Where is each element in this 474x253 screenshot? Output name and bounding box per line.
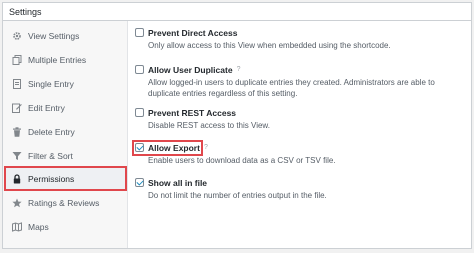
edit-icon [12,103,22,113]
sidebar-item-label: Delete Entry [28,127,75,137]
setting-description: Only allow access to this View when embe… [148,41,391,50]
sidebar-item-view-settings[interactable]: View Settings [3,24,127,48]
sidebar-item-filter-sort[interactable]: Filter & Sort [3,144,127,168]
setting-label: Allow User Duplicate [148,64,233,75]
allow-export-highlight: Allow Export [132,139,203,156]
multiple-entries-icon [12,55,22,65]
setting-prevent-rest-access: Prevent REST Access Disable REST access … [135,107,465,131]
panel-title: Settings [3,3,471,21]
sidebar-item-label: Maps [28,222,49,232]
setting-allow-user-duplicate: Allow User Duplicate ? Allow logged-in u… [135,64,465,99]
setting-label: Prevent REST Access [148,107,237,118]
prevent-direct-access-checkbox[interactable] [135,28,144,37]
prevent-rest-access-checkbox[interactable] [135,108,144,117]
star-icon [12,198,22,208]
setting-allow-export: Allow Export ? Enable users to download … [132,139,465,166]
setting-description: Enable users to download data as a CSV o… [148,156,336,165]
gear-icon [12,31,22,41]
help-icon[interactable]: ? [237,66,241,73]
settings-sidebar: View Settings Multiple Entries Single En… [3,21,128,248]
sidebar-item-delete-entry[interactable]: Delete Entry [3,120,127,144]
settings-panel: Settings View Settings Multiple Entries … [2,2,472,249]
setting-label: Prevent Direct Access [148,27,238,38]
sidebar-item-permissions[interactable]: Permissions [4,166,127,191]
allow-user-duplicate-checkbox[interactable] [135,65,144,74]
setting-label: Allow Export [148,142,200,153]
setting-show-all-in-file: Show all in file Do not limit the number… [135,177,465,201]
show-all-in-file-checkbox[interactable] [135,178,144,187]
filter-icon [12,151,22,161]
sidebar-item-label: Multiple Entries [28,55,87,65]
sidebar-item-label: View Settings [28,31,80,41]
sidebar-item-label: Permissions [28,173,75,184]
sidebar-item-single-entry[interactable]: Single Entry [3,72,127,96]
setting-description: Allow logged-in users to duplicate entri… [148,78,435,98]
map-icon [12,222,22,232]
sidebar-item-ratings-reviews[interactable]: Ratings & Reviews [3,191,127,215]
sidebar-item-multiple-entries[interactable]: Multiple Entries [3,48,127,72]
sidebar-item-label: Ratings & Reviews [28,198,100,208]
setting-label: Show all in file [148,177,208,188]
sidebar-item-label: Filter & Sort [28,151,73,161]
sidebar-item-edit-entry[interactable]: Edit Entry [3,96,127,120]
lock-icon [12,173,22,184]
sidebar-item-label: Edit Entry [28,103,65,113]
trash-icon [12,127,22,137]
setting-prevent-direct-access: Prevent Direct Access Only allow access … [135,27,465,51]
single-entry-icon [12,79,22,89]
sidebar-item-label: Single Entry [28,79,74,89]
setting-description: Disable REST access to this View. [148,121,270,130]
sidebar-item-maps[interactable]: Maps [3,215,127,239]
settings-content: Prevent Direct Access Only allow access … [129,21,471,248]
help-icon[interactable]: ? [204,144,208,151]
allow-export-checkbox[interactable] [135,143,144,152]
setting-description: Do not limit the number of entries outpu… [148,191,327,200]
